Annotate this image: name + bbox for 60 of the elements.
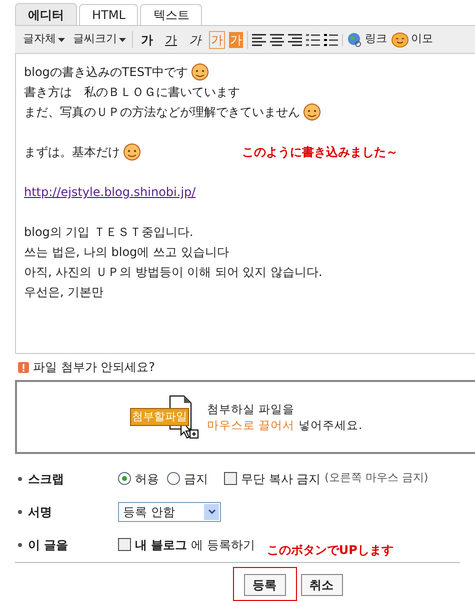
caret-icon [58,38,65,42]
underline-button[interactable]: 가 [161,30,181,48]
align-left-icon[interactable] [252,34,266,46]
bold-button[interactable]: 가 [137,30,157,48]
file-label: 첨부할파일 [130,408,189,426]
form-button[interactable]: 취소 [300,574,342,596]
drop-instruction-emphasis: 마우스로 끌어서 [206,417,294,433]
file-drop-zone[interactable]: 첨부할파일 첨부하실 파일을 마우스로 끌어서 넣어주세요. [15,380,475,454]
smiley-icon [302,103,322,121]
blog-link[interactable]: http://ejstyle.blog.shinobi.jp/ [24,185,196,199]
globe-icon [347,32,363,48]
align-center-icon[interactable] [270,34,284,46]
align-right-icon[interactable] [288,34,302,46]
bullet-icon [18,476,22,480]
editor-tab[interactable]: 텍스트 [140,4,202,25]
chevron-down-icon [208,509,216,514]
checkbox-hint: (오른쪽 마우스 금지) [324,470,428,486]
body-text: blogの書き込みのTEST中です [24,64,188,81]
annotation-text: このボタンでUPします [266,542,394,558]
signature-select[interactable]: 등록 안함 [118,502,221,522]
bullet-list-icon[interactable] [324,34,338,46]
attach-help-link[interactable]: 파일 첨부가 안되세요? [33,358,155,376]
checkbox-label: 내 블로그 에 등록하기 [135,536,255,554]
caret-icon [119,38,126,42]
smiley-icon [190,63,210,81]
drop-instruction: 넣어주세요. [298,417,362,433]
bullet-icon [18,510,22,514]
editor-tab[interactable]: 에디터 [15,3,77,25]
toolbar-dropdown[interactable]: 글씨크기 [71,31,128,48]
body-text: まだ、写真のＵＰの方法などが理解できていません [24,104,300,121]
field-label: 스크랩 [28,470,65,488]
radio-label: 허용 [135,470,159,488]
body-text: blog의 기입 ＴＥＳＴ중입니다. [24,224,194,241]
form-button[interactable]: 등록 [244,574,286,596]
body-text: 아직, 사진의 ＵＰ의 방법등이 이해 되어 있지 않습니다. [24,264,322,281]
link-button[interactable]: 링크 [347,31,387,48]
checkbox[interactable] [224,472,237,485]
numbered-list-icon[interactable] [306,34,320,46]
checkbox-label: 무단 복사 금지 [241,470,321,488]
editor-tab[interactable]: HTML [79,4,138,25]
smiley-icon [391,32,409,48]
annotation-text: このように書き込みました～ [242,144,398,161]
body-text: まずは。基本だけ [24,144,120,161]
toolbar-dropdown[interactable]: 글자체 [21,31,67,48]
body-text: 書き方は 私のＢＬＯＧに書いています [24,84,240,101]
checkbox[interactable] [118,538,131,551]
body-text: 쓰는 법은, 나의 blog에 쓰고 있습니다 [24,244,229,261]
editor-content-area[interactable]: blogの書き込みのTEST中です 書き方は 私のＢＬＯＧに書いています まだ、写真のＵＰの方法などが理解できていません まずは。基本だけ このように書き込みました～ http://ejstyle.blog.shinobi.jp/ blog의 기입 ＴＥＳＴ중입니다. 쓰는 법은, 나의 blog에 쓰고 있습니다 아직, 사진의 ＵＰ의 방법등이 이해 되어 있지 않습니다. 우선은, 기본만 [15,54,475,354]
field-label: 서명 [28,504,53,520]
italic-button[interactable]: 가 [185,30,205,48]
radio-label: 금지 [184,470,208,488]
radio-button[interactable] [118,472,131,485]
emoticon-button[interactable]: 이모 [391,31,433,48]
radio-button[interactable] [167,472,180,485]
drop-instruction: 첨부하실 파일을 [206,401,296,417]
body-text: 우선은, 기본만 [24,284,104,301]
warning-icon [18,362,29,372]
bullet-icon [18,542,22,546]
field-label: 이 글을 [28,536,70,554]
smiley-icon [122,143,142,161]
